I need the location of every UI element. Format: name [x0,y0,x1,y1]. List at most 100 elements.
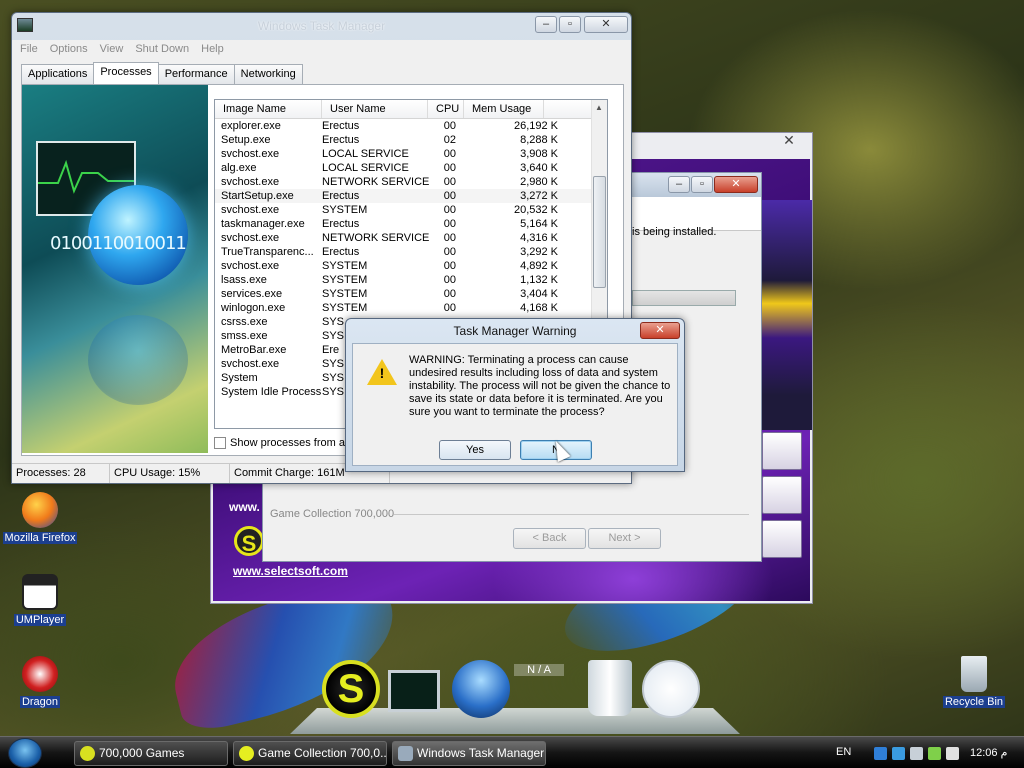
close-icon[interactable]: ✕ [640,322,680,339]
process-mem: 26,192 K [513,120,558,132]
desktop-icon-firefox[interactable]: Mozilla Firefox [0,492,80,544]
desktop-icon-recycle-bin[interactable]: Recycle Bin [934,656,1014,708]
column-mem-usage[interactable]: Mem Usage [464,100,544,118]
process-name: Setup.exe [221,134,271,146]
table-row[interactable]: TrueTransparenc... Erectus 00 3,292 K [215,245,607,259]
tab-applications[interactable]: Applications [21,64,95,84]
process-user: Erectus [322,120,360,132]
installer-close-button[interactable]: ✕ [770,133,808,149]
scrollbar-thumb[interactable] [593,176,606,288]
table-row[interactable]: svchost.exe SYSTEM 00 4,892 K [215,259,607,273]
taskbar-button-700000-games[interactable]: 700,000 Games [74,741,228,766]
tray-app-icon[interactable] [874,747,887,760]
clock-icon [642,660,700,718]
network-icon[interactable] [946,747,959,760]
process-name: svchost.exe [221,260,280,272]
table-row[interactable]: taskmanager.exe Erectus 00 5,164 K [215,217,607,231]
process-user: SYSTEM [322,274,368,286]
yes-button[interactable]: Yes [439,440,511,460]
show-all-processes-option[interactable]: Show processes from all [214,437,350,449]
process-mem: 3,908 K [520,148,558,160]
installer-side-button-1[interactable] [762,432,802,470]
dock-item-recycle-bin[interactable] [582,660,640,718]
minimize-icon[interactable]: – [668,176,690,193]
back-button[interactable]: < Back [513,528,586,549]
column-user-name[interactable]: User Name [322,100,428,118]
install-group-label: Game Collection 700,000 [270,508,395,520]
table-row[interactable]: svchost.exe LOCAL SERVICE 00 3,908 K [215,147,607,161]
taskbar-button-label: 700,000 Games [99,746,185,760]
installer-side-button-2[interactable] [762,476,802,514]
warning-icon-mark: ! [379,365,385,381]
table-row[interactable]: explorer.exe Erectus 00 26,192 K [215,119,607,133]
table-row[interactable]: svchost.exe NETWORK SERVICE 00 4,316 K [215,231,607,245]
selectsoft-icon [80,746,95,761]
process-user: Erectus [322,218,360,230]
table-row[interactable]: services.exe SYSTEM 00 3,404 K [215,287,607,301]
process-name: MetroBar.exe [221,344,287,356]
table-row[interactable]: svchost.exe SYSTEM 00 20,532 K [215,203,607,217]
installer-side-button-3[interactable] [762,520,802,558]
tab-performance[interactable]: Performance [157,64,235,84]
language-indicator[interactable]: EN [836,746,851,758]
recycle-bin-dock-icon [588,660,632,716]
process-mem: 4,168 K [520,302,558,314]
menu-bar: File Options View Shut Down Help [12,40,631,58]
task-manager-artwork: 0100110010011 [22,85,208,453]
table-row[interactable]: alg.exe LOCAL SERVICE 00 3,640 K [215,161,607,175]
process-name: StartSetup.exe [221,190,294,202]
maximize-icon[interactable]: ▫ [691,176,713,193]
dock-item-selectsoft[interactable]: S [322,660,380,718]
dock-item-clock[interactable] [642,660,700,718]
process-user: NETWORK SERVICE [322,232,430,244]
scroll-up-icon[interactable]: ▲ [595,103,603,112]
desktop-icon-umplayer[interactable]: UMPlayer [0,574,80,626]
start-button[interactable] [8,738,42,768]
menu-file[interactable]: File [20,40,38,58]
menu-shut-down[interactable]: Shut Down [135,40,189,58]
menu-help[interactable]: Help [201,40,224,58]
table-row[interactable]: svchost.exe NETWORK SERVICE 00 2,980 K [215,175,607,189]
process-cpu: 00 [443,246,456,258]
column-image-name[interactable]: Image Name [215,100,322,118]
process-cpu: 00 [443,120,456,132]
tab-networking[interactable]: Networking [233,64,303,84]
dock-item-na[interactable]: N / A [514,664,572,704]
table-row[interactable]: lsass.exe SYSTEM 00 1,132 K [215,273,607,287]
menu-options[interactable]: Options [50,40,88,58]
process-mem: 3,640 K [520,162,558,174]
selectsoft-link-partial[interactable]: www. [229,500,260,514]
table-row[interactable]: Setup.exe Erectus 02 8,288 K [215,133,607,147]
system-tray: EN 12:06 م [830,737,1024,768]
taskbar-button-game-collection[interactable]: Game Collection 700,0... [233,741,387,766]
column-cpu[interactable]: CPU [428,100,464,118]
process-cpu: 00 [443,218,456,230]
next-button[interactable]: Next > [588,528,661,549]
task-manager-warning-dialog[interactable]: Task Manager Warning ✕ ! WARNING: Termin… [345,318,685,472]
desktop-icon-dragon[interactable]: Dragon [0,656,80,708]
desktop-icon-label: Dragon [19,696,61,708]
dragon-icon [22,656,58,692]
tray-t-icon[interactable] [892,747,905,760]
maximize-icon[interactable]: ▫ [559,16,581,33]
close-icon[interactable]: ✕ [584,16,628,33]
process-name: svchost.exe [221,232,280,244]
selectsoft-link[interactable]: www.selectsoft.com [233,564,348,578]
installer-cartoon-art [762,200,812,430]
process-cpu: 00 [443,190,456,202]
dock-item-start[interactable] [452,660,510,718]
table-row[interactable]: winlogon.exe SYSTEM 00 4,168 K [215,301,607,315]
process-name: svchost.exe [221,148,280,160]
show-all-checkbox[interactable] [214,437,226,449]
menu-view[interactable]: View [100,40,124,58]
dock-item-task-manager[interactable] [388,660,446,718]
clock-time[interactable]: 12:06 م [970,746,1007,759]
volume-icon[interactable] [910,747,923,760]
taskbar-button-task-manager[interactable]: Windows Task Manager [392,741,546,766]
tab-processes[interactable]: Processes [93,62,159,84]
warning-message: WARNING: Terminating a process can cause… [409,354,671,418]
close-icon[interactable]: ✕ [714,176,758,193]
tray-status-icon[interactable] [928,747,941,760]
table-row[interactable]: StartSetup.exe Erectus 00 3,272 K [215,189,607,203]
minimize-icon[interactable]: – [535,16,557,33]
